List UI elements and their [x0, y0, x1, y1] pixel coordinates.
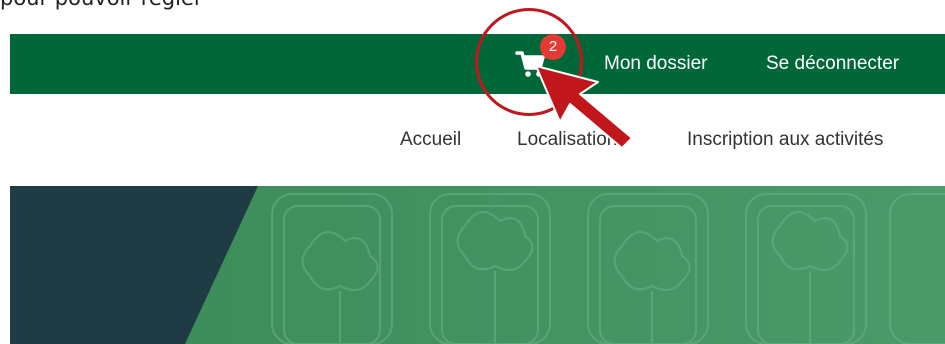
main-nav: Accueil Localisations Inscription aux ac… [10, 94, 945, 186]
intro-text: pour pouvoir régler [0, 0, 203, 10]
hero-banner [10, 186, 945, 344]
page: pour pouvoir régler 2 Mon dossier Se déc… [0, 0, 945, 344]
nav-item-activities[interactable]: Inscription aux activités [687, 94, 883, 186]
pointer-arrow-icon [530, 60, 640, 150]
hero-background [10, 186, 945, 344]
logout-link[interactable]: Se déconnecter [766, 34, 899, 94]
nav-item-home[interactable]: Accueil [400, 94, 461, 186]
